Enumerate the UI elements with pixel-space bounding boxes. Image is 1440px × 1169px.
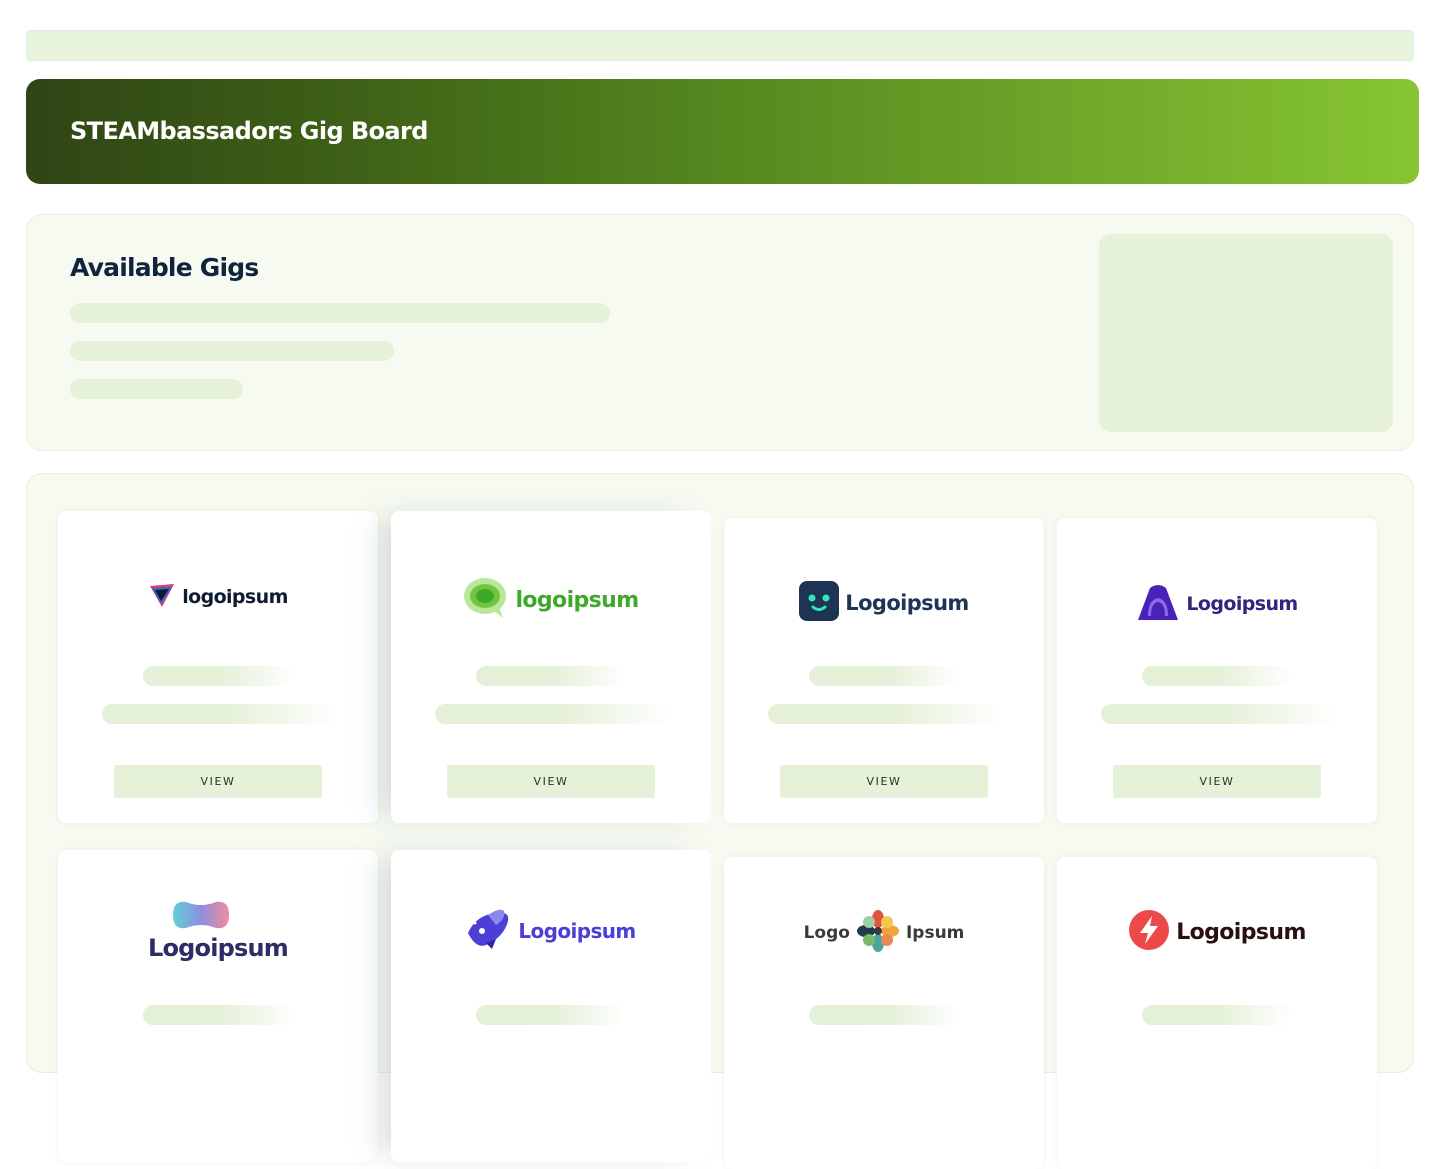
skeleton-line — [143, 1005, 293, 1025]
gig-card: Logoipsum — [1057, 857, 1377, 1169]
skeleton-line — [1142, 666, 1292, 686]
gig-card: Logoipsum — [58, 850, 378, 1162]
arch-logo-icon — [1136, 584, 1180, 624]
skeleton-line — [476, 666, 626, 686]
gig-card: logoipsum VIEW — [391, 511, 711, 823]
company-logo: Logoipsum — [1057, 574, 1377, 634]
logo-wordmark: Logoipsum — [1186, 593, 1298, 615]
view-button[interactable]: VIEW — [447, 765, 655, 798]
view-button[interactable]: VIEW — [780, 765, 988, 798]
view-button[interactable]: VIEW — [114, 765, 322, 798]
company-logo: logoipsum — [391, 570, 711, 630]
skeleton-line — [476, 1005, 626, 1025]
skeleton-line — [435, 704, 670, 724]
logo-wordmark-left: Logo — [803, 923, 850, 943]
top-bar-placeholder — [26, 30, 1414, 61]
company-logo: Logoipsum — [724, 573, 1044, 633]
gig-card: Logoipsum — [391, 850, 711, 1162]
logo-wordmark-right: Ipsum — [905, 923, 965, 943]
image-placeholder — [1099, 234, 1393, 432]
company-logo: Logoipsum — [1057, 902, 1377, 962]
skeleton-line — [70, 341, 394, 361]
company-logo: Logoipsum — [58, 900, 378, 962]
skeleton-line — [70, 303, 610, 323]
skeleton-line — [1142, 1005, 1292, 1025]
skeleton-line — [1101, 704, 1336, 724]
skeleton-line — [143, 666, 293, 686]
skeleton-line — [809, 1005, 959, 1025]
company-logo: Logoipsum — [391, 901, 711, 961]
rocket-logo-icon — [466, 909, 512, 953]
logo-wordmark: logoipsum — [515, 587, 639, 613]
skeleton-line — [809, 666, 959, 686]
blob-logo-icon — [171, 900, 231, 934]
logo-wordmark: Logoipsum — [1176, 919, 1306, 945]
logo-wordmark: Logoipsum — [147, 934, 289, 962]
gig-card: logoipsum VIEW — [58, 511, 378, 823]
gig-card: Logoipsum VIEW — [724, 518, 1044, 823]
skeleton-line — [102, 704, 337, 724]
skeleton-line — [70, 379, 243, 399]
page-title: STEAMbassadors Gig Board — [70, 117, 428, 145]
gig-grid: logoipsum VIEW logoipsum VIEW Logoipsum … — [26, 473, 1414, 1169]
gig-card: Logoipsum VIEW — [1057, 518, 1377, 823]
logo-wordmark: Logoipsum — [845, 591, 969, 615]
logo-wordmark: logoipsum — [182, 586, 288, 608]
flower-logo-icon — [856, 909, 900, 957]
skeleton-line — [768, 704, 1003, 724]
triangle-logo-icon — [148, 582, 176, 612]
company-logo: Logo Ipsum — [724, 903, 1044, 963]
robot-face-logo-icon — [799, 581, 840, 625]
header-banner: STEAMbassadors Gig Board — [26, 79, 1419, 184]
speech-bubble-logo-icon — [463, 577, 509, 623]
section-title: Available Gigs — [70, 253, 259, 282]
logo-wordmark: Logoipsum — [518, 919, 636, 943]
view-button[interactable]: VIEW — [1113, 765, 1321, 798]
gig-card: Logo Ipsum — [724, 857, 1044, 1169]
lightning-logo-icon — [1128, 909, 1170, 955]
intro-panel: Available Gigs — [26, 214, 1414, 451]
company-logo: logoipsum — [58, 567, 378, 627]
